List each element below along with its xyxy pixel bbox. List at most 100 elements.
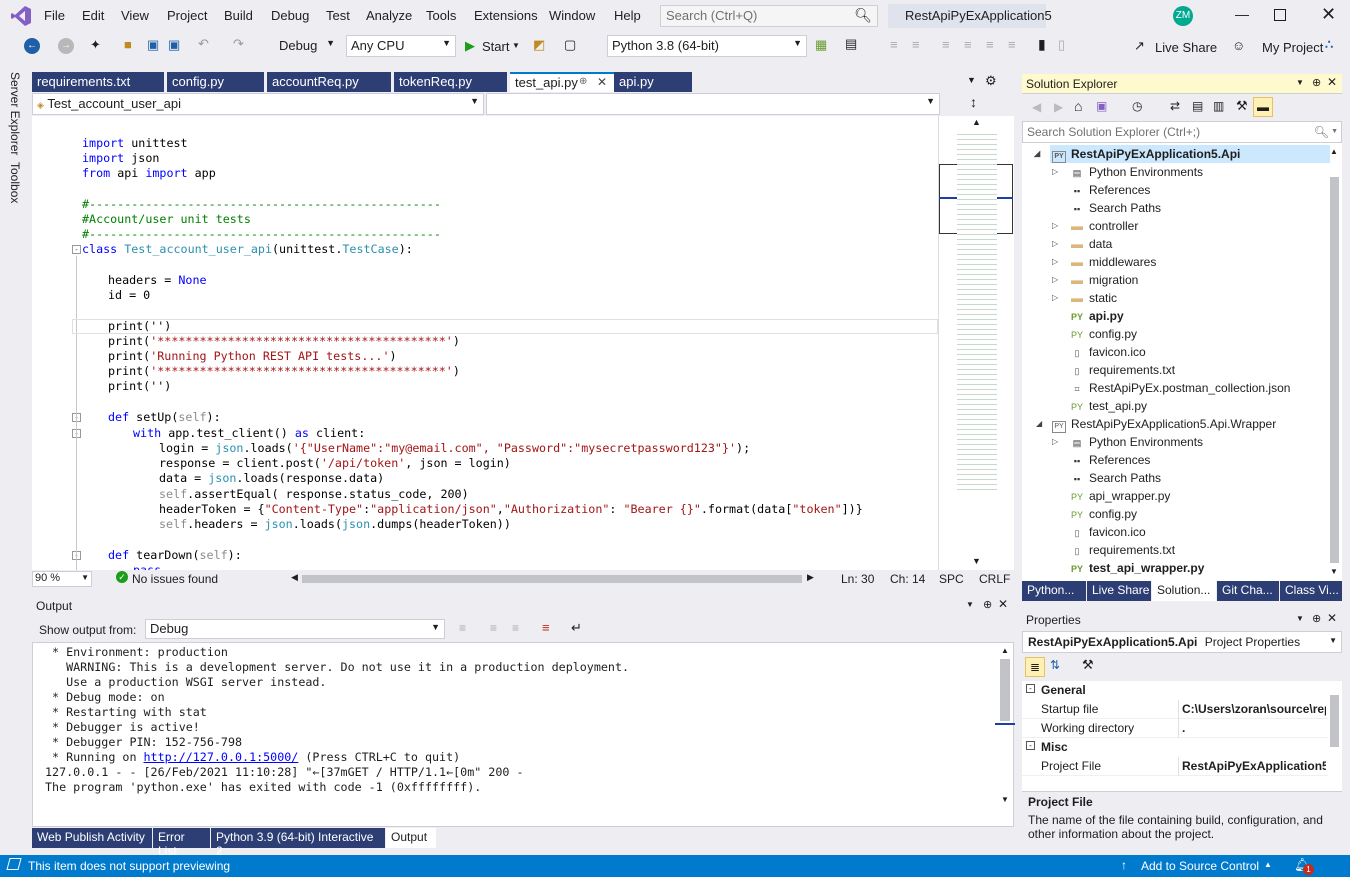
- se-menu-icon[interactable]: ▼: [1296, 78, 1304, 87]
- pin-icon[interactable]: ⊕: [579, 76, 587, 87]
- output-menu-icon[interactable]: ▼: [966, 600, 974, 609]
- bookmark-icon[interactable]: ▮: [1038, 36, 1046, 53]
- attach-icon[interactable]: ◩: [533, 37, 545, 53]
- zoom-dropdown[interactable]: 90 % ▼: [32, 571, 92, 587]
- tab-output[interactable]: Output: [386, 828, 436, 848]
- tree-scroll-up-icon[interactable]: ▲: [1330, 147, 1338, 156]
- tree-item[interactable]: ▪▪ References: [1070, 451, 1330, 469]
- menu-extensions[interactable]: Extensions: [474, 8, 538, 23]
- expand-arrow-icon[interactable]: ▷: [1052, 235, 1058, 253]
- bookmark-nav-icon[interactable]: ▯: [1058, 37, 1065, 53]
- hscroll-right-icon[interactable]: ▶: [807, 572, 814, 583]
- show-all-files-icon[interactable]: ▥: [1213, 99, 1224, 113]
- line-number[interactable]: Ln: 30: [841, 572, 874, 586]
- tab-tokenreq-py[interactable]: tokenReq.py: [394, 72, 507, 92]
- tree-item[interactable]: ▯ favicon.ico: [1070, 343, 1330, 361]
- tree-item[interactable]: PY api_wrapper.py: [1070, 487, 1330, 505]
- pending-changes-icon[interactable]: ◷: [1132, 99, 1142, 113]
- tab-config-py[interactable]: config.py: [167, 72, 264, 92]
- start-dropdown-icon[interactable]: ▼: [512, 41, 520, 50]
- menu-help[interactable]: Help: [614, 8, 641, 23]
- properties-wrench-icon[interactable]: ⚒: [1236, 98, 1248, 114]
- output-pin-icon[interactable]: ⊕: [983, 598, 992, 611]
- close-window-button[interactable]: ✕: [1321, 4, 1336, 25]
- tab-python-environments[interactable]: Python...: [1022, 581, 1086, 601]
- expand-arrow-icon[interactable]: ▷: [1052, 163, 1058, 181]
- tree-project-node[interactable]: ◢ PY RestApiPyExApplication5.Api: [1034, 145, 1330, 163]
- start-button[interactable]: Start: [482, 39, 509, 54]
- tree-item[interactable]: ⌗ RestApiPyEx.postman_collection.json: [1070, 379, 1330, 397]
- minimize-button[interactable]: —: [1235, 6, 1249, 22]
- back-icon[interactable]: ←: [24, 38, 40, 54]
- class-navigation-dropdown[interactable]: ◈ Test_account_user_api ▼: [32, 93, 484, 115]
- configuration-dropdown[interactable]: Debug ▼: [274, 35, 340, 57]
- tree-item[interactable]: ▷ ▬ data: [1052, 235, 1330, 253]
- tree-item[interactable]: PY api.py: [1070, 307, 1330, 325]
- align-2-icon[interactable]: ≡: [912, 37, 920, 52]
- tree-item[interactable]: ▷ ▤ Python Environments: [1052, 163, 1330, 181]
- se-back-icon[interactable]: ◀: [1032, 100, 1041, 114]
- tab-class-view[interactable]: Class Vi...: [1280, 581, 1342, 601]
- properties-object-selector[interactable]: RestApiPyExApplication5.Api Project Prop…: [1022, 631, 1342, 653]
- hscroll-left-icon[interactable]: ◀: [291, 572, 298, 583]
- browser-icon[interactable]: ▢: [564, 37, 576, 53]
- tab-overflow-icon[interactable]: ▼: [967, 75, 976, 85]
- tree-item[interactable]: ▯ requirements.txt: [1070, 361, 1330, 379]
- clear-all-icon[interactable]: ≡: [542, 620, 550, 635]
- whitespace-mode[interactable]: SPC: [939, 572, 964, 586]
- source-control-up-icon[interactable]: ↑: [1121, 858, 1127, 872]
- save-icon[interactable]: ▣: [147, 37, 159, 53]
- save-all-icon[interactable]: ▣: [168, 37, 180, 53]
- menu-test[interactable]: Test: [326, 8, 350, 23]
- new-project-icon[interactable]: ✦: [90, 37, 101, 53]
- expand-arrow-icon[interactable]: ▷: [1052, 433, 1058, 451]
- next-message-icon[interactable]: ≡: [512, 621, 519, 635]
- tab-web-publish-activity[interactable]: Web Publish Activity: [32, 828, 152, 848]
- toolbox-tab[interactable]: Toolbox: [8, 162, 22, 203]
- search-input[interactable]: Search (Ctrl+Q) 🔍︎: [660, 5, 878, 27]
- horizontal-scrollbar[interactable]: [302, 575, 802, 583]
- tree-item[interactable]: ▯ requirements.txt: [1070, 541, 1330, 559]
- alphabetical-icon[interactable]: ⇅: [1050, 658, 1060, 672]
- tab-solution-explorer[interactable]: Solution...: [1152, 581, 1216, 601]
- solution-search-options-icon[interactable]: ▼: [1331, 128, 1338, 135]
- issues-status[interactable]: No issues found: [132, 572, 218, 586]
- output-scroll-down-icon[interactable]: ▼: [1001, 795, 1009, 804]
- menu-file[interactable]: File: [44, 8, 65, 23]
- tree-item[interactable]: PY config.py: [1070, 325, 1330, 343]
- word-wrap-icon[interactable]: ↵: [571, 620, 582, 636]
- tree-item[interactable]: ▪▪ Search Paths: [1070, 199, 1330, 217]
- align-icon[interactable]: ≡: [890, 37, 898, 52]
- add-to-source-control-button[interactable]: Add to Source Control: [1141, 859, 1259, 873]
- sync-icon[interactable]: ⇄: [1170, 99, 1180, 113]
- preview-selected-icon[interactable]: ▬: [1253, 97, 1273, 117]
- forward-icon[interactable]: →: [58, 38, 74, 54]
- collapse-all-icon[interactable]: ▤: [1192, 99, 1203, 113]
- tree-scroll-down-icon[interactable]: ▼: [1330, 567, 1338, 576]
- property-pages-icon[interactable]: ⚒: [1082, 657, 1094, 673]
- props-pin-icon[interactable]: ⊕: [1312, 612, 1321, 625]
- menu-analyze[interactable]: Analyze: [366, 8, 412, 23]
- user-avatar[interactable]: ZM: [1173, 6, 1193, 26]
- tree-item[interactable]: PY config.py: [1070, 505, 1330, 523]
- close-tab-icon[interactable]: ✕: [597, 75, 607, 89]
- collapse-arrow-icon[interactable]: ◢: [1034, 145, 1040, 163]
- tab-api-py[interactable]: api.py: [614, 72, 692, 92]
- source-control-dropdown-icon[interactable]: ▲: [1264, 860, 1272, 869]
- editor-scroll-up-icon[interactable]: ▲: [972, 117, 981, 127]
- expand-arrow-icon[interactable]: ▷: [1052, 289, 1058, 307]
- redo-icon[interactable]: ↷: [233, 36, 244, 52]
- solution-explorer-search[interactable]: Search Solution Explorer (Ctrl+;) 🔍︎ ▼: [1022, 121, 1342, 143]
- output-source-dropdown[interactable]: Debug ▼: [145, 619, 445, 639]
- menu-tools[interactable]: Tools: [426, 8, 456, 23]
- properties-scrollbar-thumb[interactable]: [1330, 695, 1339, 747]
- live-share-button[interactable]: Live Share: [1155, 40, 1217, 55]
- menu-view[interactable]: View: [121, 8, 149, 23]
- tree-item[interactable]: ▪▪ Search Paths: [1070, 469, 1330, 487]
- feedback-icon[interactable]: ☺: [1232, 38, 1245, 53]
- output-scroll-up-icon[interactable]: ▲: [1001, 646, 1009, 655]
- platform-dropdown[interactable]: Any CPU ▼: [346, 35, 456, 57]
- tree-item[interactable]: ▯ favicon.ico: [1070, 523, 1330, 541]
- prev-message-icon[interactable]: ≡: [490, 621, 497, 635]
- tree-item[interactable]: ▷ ▬ migration: [1052, 271, 1330, 289]
